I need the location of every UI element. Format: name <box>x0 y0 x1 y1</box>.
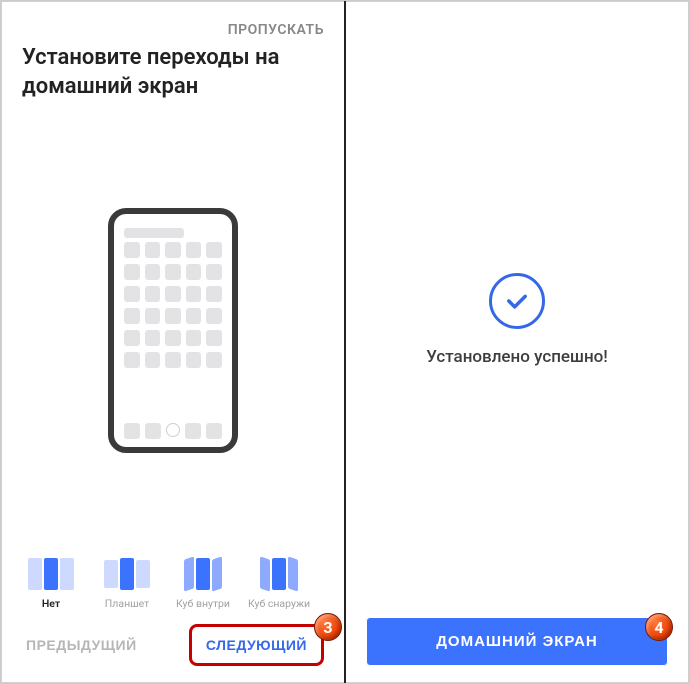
nav-row: ПРЕДЫДУЩИЙ СЛЕДУЮЩИЙ <box>22 624 324 666</box>
home-screen-button[interactable]: ДОМАШНИЙ ЭКРАН <box>366 617 668 666</box>
previous-button[interactable]: ПРЕДЫДУЩИЙ <box>22 627 141 663</box>
phone-mockup <box>108 208 238 453</box>
step-badge-4: 4 <box>645 613 673 641</box>
transition-setup-screen: ПРОПУСКАТЬ Установите переходы на домашн… <box>1 1 345 683</box>
phone-preview-area <box>22 121 324 539</box>
success-screen: Установлено успешно! ДОМАШНИЙ ЭКРАН <box>345 1 689 683</box>
transition-option-cube-in[interactable]: Куб внутри <box>174 557 232 610</box>
pane-divider <box>344 1 346 683</box>
page-title: Установите переходы на домашний экран <box>22 44 324 101</box>
transition-option-cube-out[interactable]: Куб снаружи <box>250 557 308 610</box>
skip-button[interactable]: ПРОПУСКАТЬ <box>22 22 324 38</box>
transition-option-none[interactable]: Нет <box>22 557 80 610</box>
transition-option-tablet[interactable]: Планшет <box>98 557 156 610</box>
success-check-icon <box>489 273 545 329</box>
success-message: Установлено успешно! <box>426 347 608 367</box>
step-badge-3: 3 <box>314 613 342 641</box>
transition-options: Нет Планшет Куб внутри Куб снаружи Карто… <box>22 557 324 610</box>
next-button[interactable]: СЛЕДУЮЩИЙ <box>189 624 324 666</box>
